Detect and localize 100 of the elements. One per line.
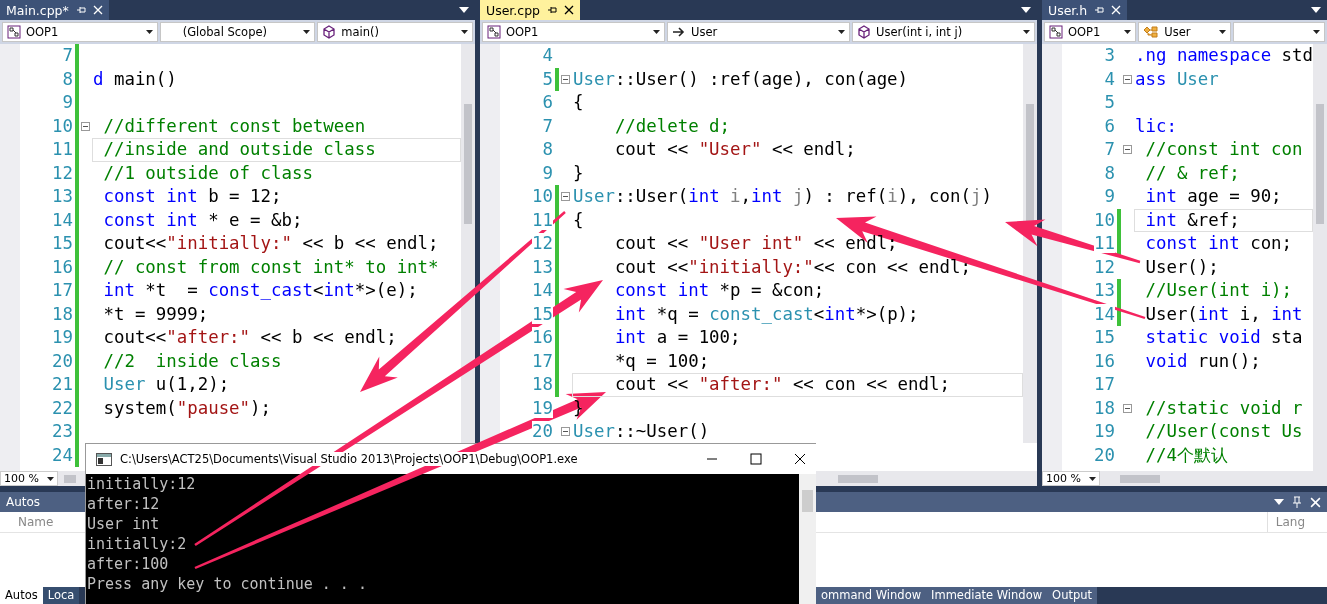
zoom-dropdown[interactable]: 100 % — [1042, 471, 1100, 486]
arrow-icon — [672, 25, 686, 39]
code-line: //delete d; — [613, 114, 732, 138]
zoom-dropdown[interactable]: 100 % — [0, 471, 58, 486]
panel-tab[interactable]: Output — [1047, 587, 1098, 604]
scope-dropdown[interactable]: User(int i, int j) — [852, 22, 1035, 42]
code-line: //4个默认 — [1144, 443, 1229, 467]
code-line: cout<<"after:" << b << endl; — [102, 326, 398, 349]
collapse-icon[interactable] — [561, 74, 570, 84]
scroll-thumb[interactable] — [838, 475, 878, 483]
code-line: cout << "User" << endl; — [613, 138, 857, 161]
scroll-thumb[interactable] — [1026, 104, 1034, 224]
code-line: { — [572, 208, 585, 232]
code-line: User(); — [1144, 255, 1220, 279]
code-line: d main() — [92, 67, 178, 91]
caret-icon[interactable] — [1311, 7, 1321, 13]
code-line: User::User() :ref(age), con(age) — [572, 67, 910, 91]
file-tab[interactable]: User.cpp — [480, 0, 581, 20]
vertical-scrollbar[interactable] — [799, 474, 816, 604]
console-icon — [96, 452, 112, 466]
collapse-icon[interactable] — [561, 427, 570, 437]
code-line: User::User(int i,int j) : ref(i), con(j) — [572, 185, 993, 208]
close-icon[interactable] — [564, 5, 575, 15]
code-line: *t = 9999; — [102, 302, 210, 326]
vertical-scrollbar[interactable] — [1023, 44, 1037, 443]
collapse-icon[interactable] — [1123, 145, 1132, 155]
cube-icon — [857, 25, 871, 39]
code-line: //static void r — [1144, 396, 1304, 420]
scope-dropdown[interactable]: main() — [317, 22, 473, 42]
scroll-thumb[interactable] — [464, 104, 472, 224]
scope-dropdown[interactable]: User — [1138, 22, 1231, 42]
scroll-thumb[interactable] — [64, 475, 76, 483]
collapse-icon[interactable] — [81, 121, 90, 131]
scope-dropdown[interactable]: OOP1 — [2, 22, 158, 42]
code-line: //1 outside of class — [102, 161, 314, 185]
code-line: User::~User() — [572, 420, 711, 443]
line-number: 11 — [1094, 233, 1115, 253]
caret-icon[interactable] — [47, 476, 54, 481]
project-icon — [7, 25, 21, 39]
scroll-thumb[interactable] — [802, 490, 813, 512]
caret-icon[interactable] — [1313, 30, 1320, 34]
scroll-thumb[interactable] — [1120, 475, 1160, 483]
caret-icon[interactable] — [459, 7, 469, 13]
code-line: ass User — [1134, 67, 1220, 91]
project-icon — [487, 25, 501, 39]
caret-icon[interactable] — [461, 30, 468, 34]
column-header[interactable]: Name — [0, 512, 72, 532]
code-line: cout << "User int" << endl; — [613, 232, 899, 255]
code-line: int *t = const_cast<int*>(e); — [102, 279, 419, 302]
code-line: //different const between — [102, 114, 367, 138]
caret-icon[interactable] — [1023, 30, 1030, 34]
code-line: //2 inside class — [102, 349, 283, 373]
code-line: // const from const int* to int* — [102, 255, 440, 279]
code-line: const int * e = &b; — [102, 208, 304, 232]
console-output-line: initially:2 — [87, 534, 188, 554]
project-icon — [1049, 25, 1063, 39]
caret-icon[interactable] — [653, 30, 660, 34]
caret-icon[interactable] — [1274, 499, 1284, 505]
console-output-line: Press any key to continue . . . — [87, 574, 368, 594]
maximize-icon[interactable] — [750, 453, 762, 465]
panel-tab[interactable]: Autos — [0, 587, 43, 604]
panel-title: Autos — [6, 495, 41, 509]
panel-tab[interactable]: Loca — [42, 587, 80, 604]
scope-dropdown[interactable]: User — [667, 22, 850, 42]
column-header[interactable]: Lang — [1266, 512, 1313, 532]
code-line: int a = 100; — [613, 326, 742, 349]
vertical-scrollbar[interactable] — [1313, 44, 1327, 471]
caret-icon[interactable] — [1021, 7, 1031, 13]
close-icon[interactable] — [794, 453, 806, 465]
code-line: //User(int i); — [1144, 279, 1294, 302]
collapse-icon[interactable] — [1123, 74, 1132, 84]
console-output-line: initially:12 — [87, 474, 197, 494]
caret-icon[interactable] — [838, 30, 845, 34]
vertical-scrollbar[interactable] — [461, 44, 475, 443]
caret-icon[interactable] — [1124, 30, 1132, 34]
caret-icon[interactable] — [1089, 476, 1096, 481]
code-line: //const int con — [1144, 138, 1304, 161]
pin-icon[interactable] — [547, 5, 558, 15]
code-line: const int *p = &con; — [613, 279, 826, 302]
code-line: User u(1,2); — [102, 373, 231, 396]
scope-dropdown[interactable]: OOP1 — [1044, 22, 1137, 42]
panel-tab[interactable]: Immediate Window — [926, 587, 1048, 604]
caret-icon[interactable] — [1218, 30, 1226, 34]
code-line: //User(const Us — [1144, 420, 1304, 443]
code-line: { — [572, 91, 585, 114]
code-line: } — [572, 161, 585, 185]
console-output-line: User int — [87, 514, 161, 534]
panel-tab[interactable]: ommand Window — [816, 587, 927, 604]
scroll-thumb[interactable] — [1316, 104, 1324, 224]
scope-dropdown[interactable]: (Global Scope) — [159, 22, 316, 42]
code-line: // & ref; — [1144, 161, 1241, 185]
console-output-line: after:12 — [87, 494, 161, 514]
caret-icon[interactable] — [145, 30, 153, 34]
line-number: 13 — [1094, 280, 1115, 300]
code-line: *q = 100; — [613, 349, 711, 373]
caret-icon[interactable] — [303, 30, 311, 34]
collapse-icon[interactable] — [1123, 403, 1132, 413]
window-title: C:\Users\ACT25\Documents\Visual Studio 2013\Projects\OOP1\Debug\OOP1.exe — [120, 452, 578, 466]
collapse-icon[interactable] — [561, 192, 570, 202]
scope-dropdown[interactable]: OOP1 — [482, 22, 665, 42]
